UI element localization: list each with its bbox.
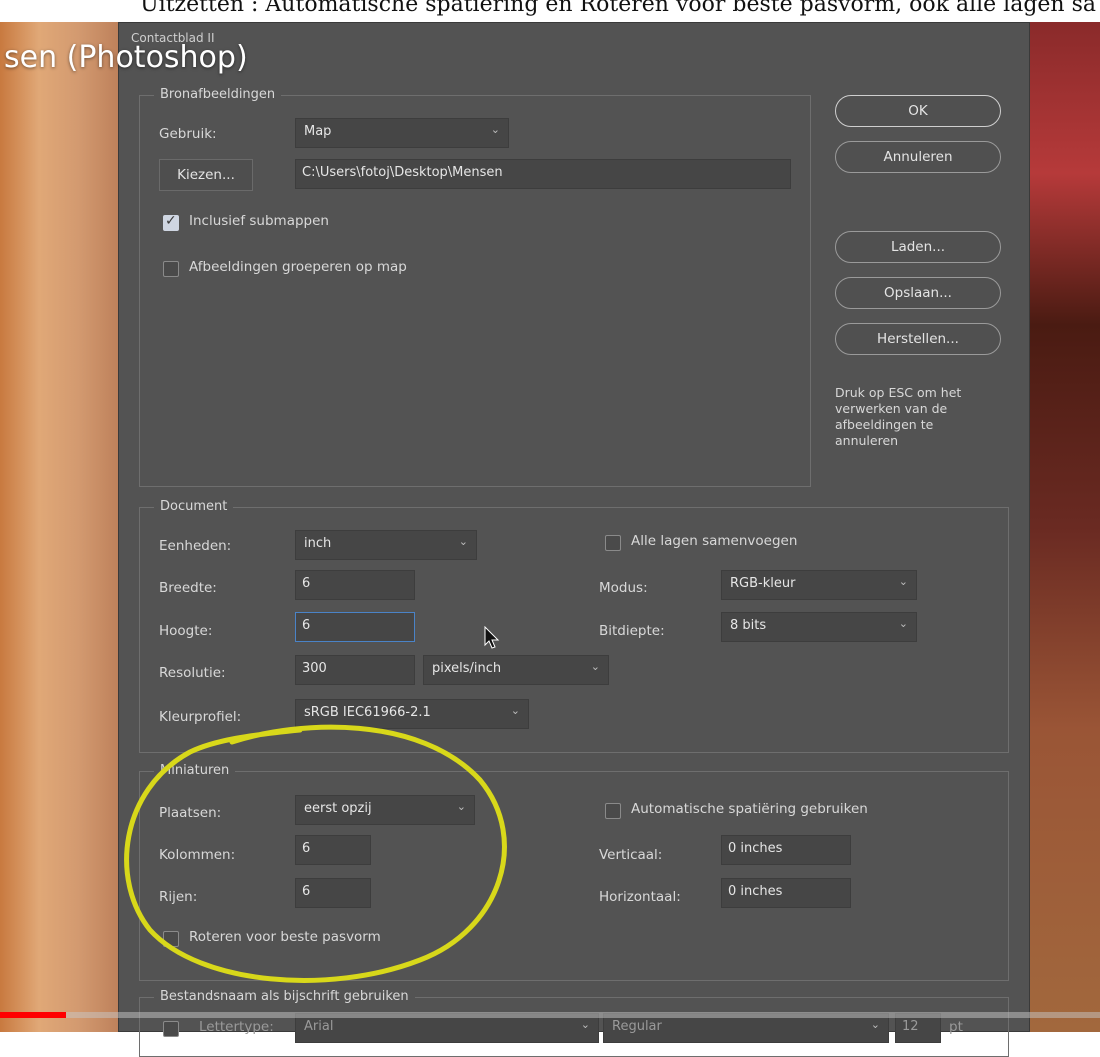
mouse-cursor-icon — [484, 626, 500, 649]
profile-select[interactable]: sRGB IEC61966-2.1 ⌄ — [295, 699, 529, 729]
rows-field[interactable]: 6 — [295, 878, 371, 908]
bitdepth-label: Bitdiepte: — [599, 623, 665, 639]
use-value: Map — [304, 124, 332, 139]
size-unit-label: pt — [949, 1019, 963, 1035]
bitdepth-select[interactable]: 8 bits ⌄ — [721, 612, 917, 642]
include-subfolders-checkbox[interactable] — [163, 213, 179, 231]
vertical-field[interactable]: 0 inches — [721, 835, 851, 865]
resolution-unit-select[interactable]: pixels/inch ⌄ — [423, 655, 609, 685]
group-by-folder-checkbox[interactable] — [163, 261, 179, 277]
auto-spacing-checkbox[interactable] — [605, 803, 621, 819]
chevron-down-icon: ⌄ — [456, 800, 466, 813]
caption-checkbox[interactable] — [163, 1021, 179, 1037]
thumbnails-legend: Miniaturen — [154, 763, 236, 778]
rotate-label: Roteren voor beste pasvorm — [189, 929, 381, 945]
mode-value: RGB-kleur — [730, 576, 796, 591]
horizontal-label: Horizontaal: — [599, 889, 681, 905]
rotate-checkbox[interactable] — [163, 931, 179, 947]
resolution-unit-value: pixels/inch — [432, 661, 502, 676]
place-label: Plaatsen: — [159, 805, 222, 821]
chevron-down-icon: ⌄ — [898, 575, 908, 588]
flatten-layers-label: Alle lagen samenvoegen — [631, 533, 798, 549]
units-select[interactable]: inch ⌄ — [295, 530, 477, 560]
resolution-field[interactable]: 300 — [295, 655, 415, 685]
profile-label: Kleurprofiel: — [159, 709, 242, 725]
mode-select[interactable]: RGB-kleur ⌄ — [721, 570, 917, 600]
height-field[interactable]: 6 — [295, 612, 415, 642]
source-images-legend: Bronafbeeldingen — [154, 87, 282, 102]
ok-button[interactable]: OK — [835, 95, 1001, 127]
load-button[interactable]: Laden... — [835, 231, 1001, 263]
chevron-down-icon: ⌄ — [898, 617, 908, 630]
chevron-down-icon: ⌄ — [458, 535, 468, 548]
resolution-label: Resolutie: — [159, 665, 226, 681]
background-right — [1020, 22, 1100, 1032]
height-label: Hoogte: — [159, 623, 213, 639]
use-select[interactable]: Map ⌄ — [295, 118, 509, 148]
units-value: inch — [304, 536, 332, 551]
caption-legend: Bestandsnaam als bijschrift gebruiken — [154, 989, 415, 1004]
chevron-down-icon: ⌄ — [490, 123, 500, 136]
path-field[interactable]: C:\Users\fotoj\Desktop\Mensen — [295, 159, 791, 189]
include-subfolders-label: Inclusief submappen — [189, 213, 329, 229]
rows-label: Rijen: — [159, 889, 198, 905]
group-by-folder-label: Afbeeldingen groeperen op map — [189, 259, 407, 275]
columns-label: Kolommen: — [159, 847, 236, 863]
document-legend: Document — [154, 499, 234, 514]
caption-text: Uitzetten : Automatische spatiëring en R… — [140, 0, 1096, 17]
chevron-down-icon: ⌄ — [870, 1018, 880, 1031]
video-title: sen (Photoshop) — [4, 40, 248, 75]
mode-label: Modus: — [599, 580, 648, 596]
chevron-down-icon: ⌄ — [580, 1018, 590, 1031]
reset-button[interactable]: Herstellen... — [835, 323, 1001, 355]
hair-region — [0, 22, 130, 1032]
source-images-group: Bronafbeeldingen — [139, 87, 811, 487]
save-button[interactable]: Opslaan... — [835, 277, 1001, 309]
width-field[interactable]: 6 — [295, 570, 415, 600]
columns-field[interactable]: 6 — [295, 835, 371, 865]
chevron-down-icon: ⌄ — [590, 660, 600, 673]
choose-button[interactable]: Kiezen... — [159, 159, 253, 191]
flatten-layers-checkbox[interactable] — [605, 535, 621, 551]
video-progress-bar[interactable] — [0, 1012, 1100, 1018]
use-label: Gebruik: — [159, 126, 217, 142]
auto-spacing-label: Automatische spatiëring gebruiken — [631, 801, 868, 817]
thumbnails-group: Miniaturen — [139, 763, 1009, 981]
video-progress-fill — [0, 1012, 66, 1018]
place-select[interactable]: eerst opzij ⌄ — [295, 795, 475, 825]
bitdepth-value: 8 bits — [730, 618, 767, 633]
units-label: Eenheden: — [159, 538, 232, 554]
horizontal-field[interactable]: 0 inches — [721, 878, 851, 908]
profile-value: sRGB IEC61966-2.1 — [304, 705, 431, 720]
width-label: Breedte: — [159, 580, 217, 596]
cancel-button[interactable]: Annuleren — [835, 141, 1001, 173]
esc-note: Druk op ESC om het verwerken van de afbe… — [835, 385, 962, 448]
font-label: Lettertype: — [199, 1019, 274, 1035]
vertical-label: Verticaal: — [599, 847, 663, 863]
contact-sheet-dialog: Contactblad II Bronafbeeldingen Gebruik:… — [118, 22, 1030, 1057]
place-value: eerst opzij — [304, 801, 372, 816]
chevron-down-icon: ⌄ — [510, 704, 520, 717]
